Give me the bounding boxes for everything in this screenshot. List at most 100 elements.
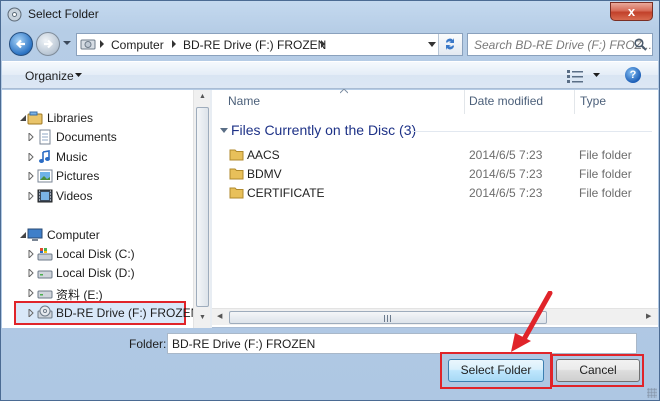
file-list-horizontal-scrollbar[interactable]: ◀ ▶: [212, 308, 658, 325]
file-type: File folder: [579, 148, 632, 162]
scroll-left-icon[interactable]: ◀: [217, 312, 222, 320]
search-placeholder: Search BD-RE Drive (F:) FROZ...: [474, 38, 653, 52]
refresh-button[interactable]: [438, 34, 462, 55]
folder-icon: [229, 149, 244, 161]
computer-icon: [27, 228, 43, 241]
select-folder-button[interactable]: Select Folder: [448, 359, 544, 382]
back-button[interactable]: [9, 32, 33, 56]
tree-item-videos[interactable]: Videos: [2, 187, 192, 206]
organize-button[interactable]: Organize: [25, 69, 74, 83]
title-bar: Select Folder x: [1, 1, 659, 28]
breadcrumb-drive[interactable]: BD-RE Drive (F:) FROZEN: [183, 38, 326, 52]
expand-chevron-icon[interactable]: [27, 309, 35, 317]
libraries-icon: [27, 111, 43, 125]
group-collapse-icon[interactable]: [220, 127, 228, 135]
scrollbar-thumb[interactable]: [196, 107, 209, 307]
navigation-pane-scrollbar[interactable]: ▲ ▼: [193, 90, 210, 328]
system-drive-icon: [37, 248, 53, 261]
tree-item-documents[interactable]: Documents: [2, 128, 192, 147]
tree-item-local-disk-d[interactable]: Local Disk (D:): [2, 264, 192, 283]
documents-icon: [39, 129, 51, 145]
drive-icon: [80, 39, 96, 50]
expand-chevron-icon[interactable]: [27, 192, 35, 200]
scroll-up-icon[interactable]: ▲: [199, 93, 206, 100]
back-arrow-icon: [15, 39, 25, 49]
file-type: File folder: [579, 186, 632, 200]
scrollbar-thumb[interactable]: [229, 311, 547, 324]
expand-chevron-icon[interactable]: [27, 289, 35, 297]
tree-label-local-disk-d: Local Disk (D:): [56, 266, 135, 280]
file-row[interactable]: BDMV 2014/6/5 7:23 File folder: [212, 164, 658, 183]
address-dropdown-icon[interactable]: [428, 42, 436, 48]
forward-arrow-icon: [44, 39, 54, 49]
file-date: 2014/6/5 7:23: [469, 167, 543, 181]
file-row[interactable]: AACS 2014/6/5 7:23 File folder: [212, 145, 658, 164]
navigation-pane: Libraries Documents Music Pictures Video…: [2, 90, 210, 328]
sort-ascending-icon: [340, 89, 348, 94]
file-row[interactable]: CERTIFICATE 2014/6/5 7:23 File folder: [212, 183, 658, 202]
folder-icon: [229, 187, 244, 199]
tree-label-libraries: Libraries: [47, 111, 94, 125]
search-icon[interactable]: [634, 38, 647, 51]
tree-item-bd-re-drive[interactable]: BD-RE Drive (F:) FROZEN: [2, 304, 199, 323]
close-button[interactable]: x: [610, 2, 653, 21]
expand-chevron-icon[interactable]: [27, 269, 35, 277]
folder-field[interactable]: BD-RE Drive (F:) FROZEN: [167, 333, 637, 354]
expand-chevron-icon[interactable]: [27, 172, 35, 180]
view-options-icon[interactable]: [567, 69, 583, 83]
column-date-modified[interactable]: Date modified: [469, 94, 543, 108]
tree-item-music[interactable]: Music: [2, 148, 192, 167]
view-dropdown-icon[interactable]: [593, 73, 600, 78]
recent-locations-chevron-icon[interactable]: [63, 39, 71, 47]
hard-drive-icon: [37, 270, 53, 279]
scroll-down-icon[interactable]: ▼: [199, 314, 206, 321]
optical-drive-icon: [37, 305, 53, 319]
collapse-chevron-icon[interactable]: [19, 231, 27, 239]
tree-label-bd-re-drive: BD-RE Drive (F:) FROZEN: [56, 306, 200, 320]
file-list: Name Date modified Type Files Currently …: [212, 89, 658, 328]
column-type[interactable]: Type: [580, 94, 606, 108]
cancel-button[interactable]: Cancel: [556, 359, 640, 382]
organize-dropdown-icon[interactable]: [75, 73, 82, 78]
forward-button[interactable]: [36, 32, 60, 56]
file-name: CERTIFICATE: [247, 186, 325, 200]
file-name: AACS: [247, 148, 280, 162]
tree-label-computer: Computer: [47, 228, 100, 242]
file-date: 2014/6/5 7:23: [469, 186, 543, 200]
scroll-right-icon[interactable]: ▶: [646, 312, 651, 320]
navigation-bar: Computer BD-RE Drive (F:) FROZEN Search …: [1, 29, 659, 59]
group-separator: [412, 131, 652, 132]
collapse-chevron-icon[interactable]: [19, 114, 27, 122]
help-icon[interactable]: ?: [625, 67, 641, 83]
music-icon: [39, 150, 50, 163]
breadcrumb-computer[interactable]: Computer: [111, 38, 164, 52]
file-type: File folder: [579, 167, 632, 181]
expand-chevron-icon[interactable]: [27, 153, 35, 161]
scrollbar-grip: [384, 315, 393, 322]
videos-icon: [37, 189, 53, 203]
column-header-row: Name Date modified Type: [212, 89, 658, 114]
dialog-app-icon: [7, 7, 22, 22]
address-bar[interactable]: Computer BD-RE Drive (F:) FROZEN: [76, 33, 463, 56]
breadcrumb-separator-icon: [321, 40, 325, 48]
close-icon: x: [627, 4, 636, 19]
search-input[interactable]: Search BD-RE Drive (F:) FROZ...: [467, 33, 653, 56]
column-divider[interactable]: [574, 90, 575, 114]
column-name[interactable]: Name: [228, 94, 260, 108]
refresh-icon: [446, 38, 454, 50]
tree-item-pictures[interactable]: Pictures: [2, 167, 192, 186]
tree-item-local-disk-c[interactable]: Local Disk (C:): [2, 245, 192, 264]
folder-icon: [229, 168, 244, 180]
group-header[interactable]: Files Currently on the Disc (3): [231, 122, 416, 138]
column-divider[interactable]: [464, 90, 465, 114]
command-toolbar: Organize ?: [2, 61, 658, 89]
tree-label-pictures: Pictures: [56, 169, 100, 183]
expand-chevron-icon[interactable]: [27, 133, 35, 141]
breadcrumb-separator-icon: [100, 40, 104, 48]
tree-item-libraries[interactable]: Libraries: [2, 109, 192, 128]
tree-label-videos: Videos: [56, 189, 93, 203]
tree-item-computer[interactable]: Computer: [2, 226, 192, 245]
breadcrumb-separator-icon: [172, 40, 176, 48]
expand-chevron-icon[interactable]: [27, 250, 35, 258]
resize-grip[interactable]: [647, 388, 657, 398]
